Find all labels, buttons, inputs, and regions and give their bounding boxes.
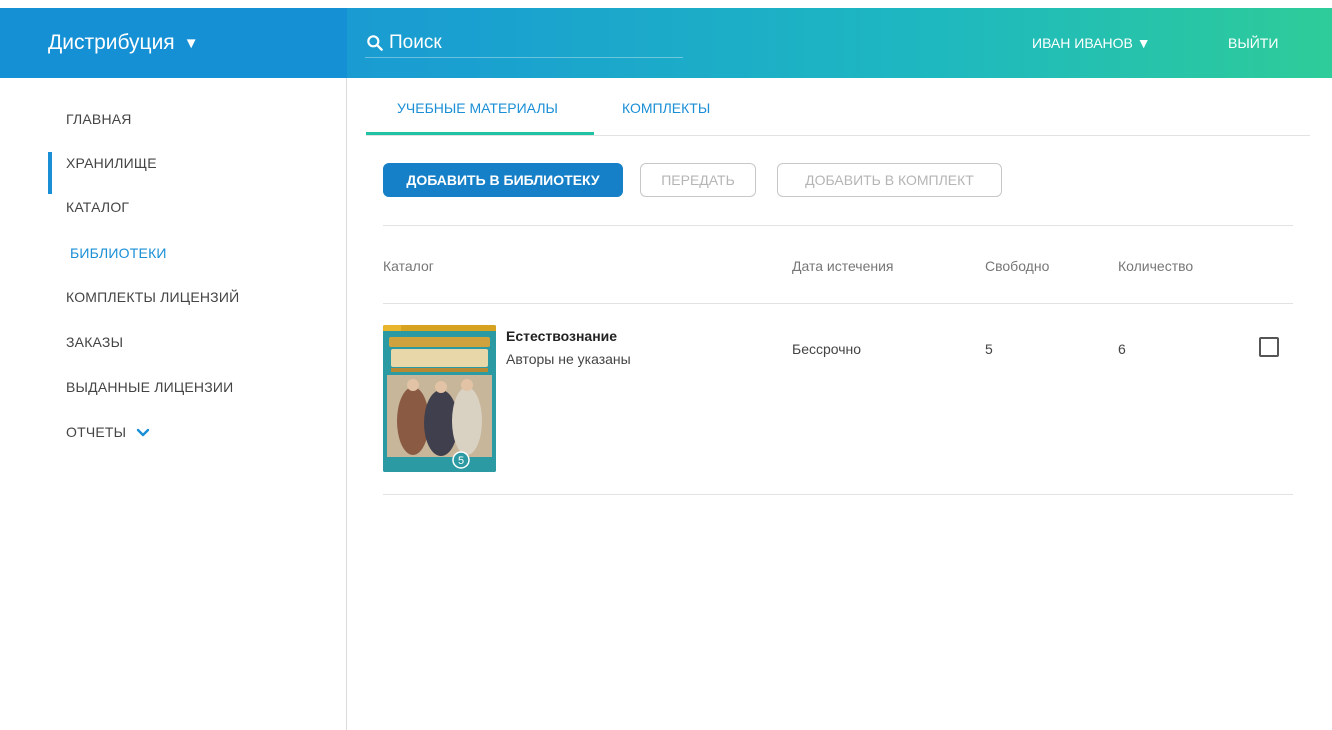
divider (383, 303, 1293, 304)
cover-grade-label: 5 (458, 455, 464, 467)
divider (383, 494, 1293, 495)
logout-button[interactable]: ВЫЙТИ (1228, 35, 1278, 51)
search-icon (367, 34, 383, 51)
book-cover-image[interactable]: 5 (383, 325, 496, 472)
transfer-button[interactable]: ПЕРЕДАТЬ (640, 163, 756, 197)
search-input[interactable] (389, 31, 659, 54)
tab-learning-materials[interactable]: УЧЕБНЫЕ МАТЕРИАЛЫ (397, 100, 558, 116)
add-to-set-button[interactable]: ДОБАВИТЬ В КОМПЛЕКТ (777, 163, 1002, 197)
book-title: Естествознание (506, 328, 618, 344)
active-tab-underline (366, 132, 594, 135)
column-header-quantity: Количество (1118, 258, 1194, 274)
sidebar-item-orders[interactable]: ЗАКАЗЫ (66, 334, 123, 350)
sidebar (0, 78, 347, 730)
user-menu[interactable]: ИВАН ИВАНОВ ▼ (1032, 35, 1151, 51)
column-header-expiry: Дата истечения (792, 258, 894, 274)
sidebar-item-reports[interactable]: ОТЧЕТЫ (66, 424, 150, 440)
divider (383, 225, 1293, 226)
app-title: Дистрибуция (48, 31, 175, 54)
app-switcher[interactable]: Дистрибуция ▼ (0, 8, 347, 78)
caret-down-icon: ▼ (183, 34, 199, 52)
quantity-count: 6 (1118, 341, 1126, 357)
column-header-free: Свободно (985, 258, 1050, 274)
chevron-down-icon (137, 429, 150, 437)
top-bar: Дистрибуция ▼ ИВАН ИВАНОВ ▼ ВЫЙТИ (0, 8, 1332, 78)
search-box[interactable] (365, 28, 683, 58)
sidebar-item-catalog[interactable]: КАТАЛОГ (66, 199, 129, 215)
sidebar-item-license-sets[interactable]: КОМПЛЕКТЫ ЛИЦЕНЗИЙ (66, 289, 239, 305)
sidebar-item-storage[interactable]: ХРАНИЛИЩЕ (66, 155, 157, 171)
column-header-catalog: Каталог (383, 258, 434, 274)
book-authors: Авторы не указаны (506, 351, 631, 367)
tab-sets[interactable]: КОМПЛЕКТЫ (622, 100, 710, 116)
active-indicator (48, 152, 52, 194)
row-select-checkbox[interactable] (1259, 337, 1279, 357)
free-count: 5 (985, 341, 993, 357)
tab-bar: УЧЕБНЫЕ МАТЕРИАЛЫ КОМПЛЕКТЫ (366, 78, 1310, 136)
sidebar-item-home[interactable]: ГЛАВНАЯ (66, 111, 132, 127)
sidebar-item-label: ОТЧЕТЫ (66, 424, 127, 440)
sidebar-item-libraries[interactable]: БИБЛИОТЕКИ (70, 245, 167, 261)
add-to-library-button[interactable]: ДОБАВИТЬ В БИБЛИОТЕКУ (383, 163, 623, 197)
sidebar-item-issued-licenses[interactable]: ВЫДАННЫЕ ЛИЦЕНЗИИ (66, 379, 233, 395)
expiry-date: Бессрочно (792, 341, 862, 357)
